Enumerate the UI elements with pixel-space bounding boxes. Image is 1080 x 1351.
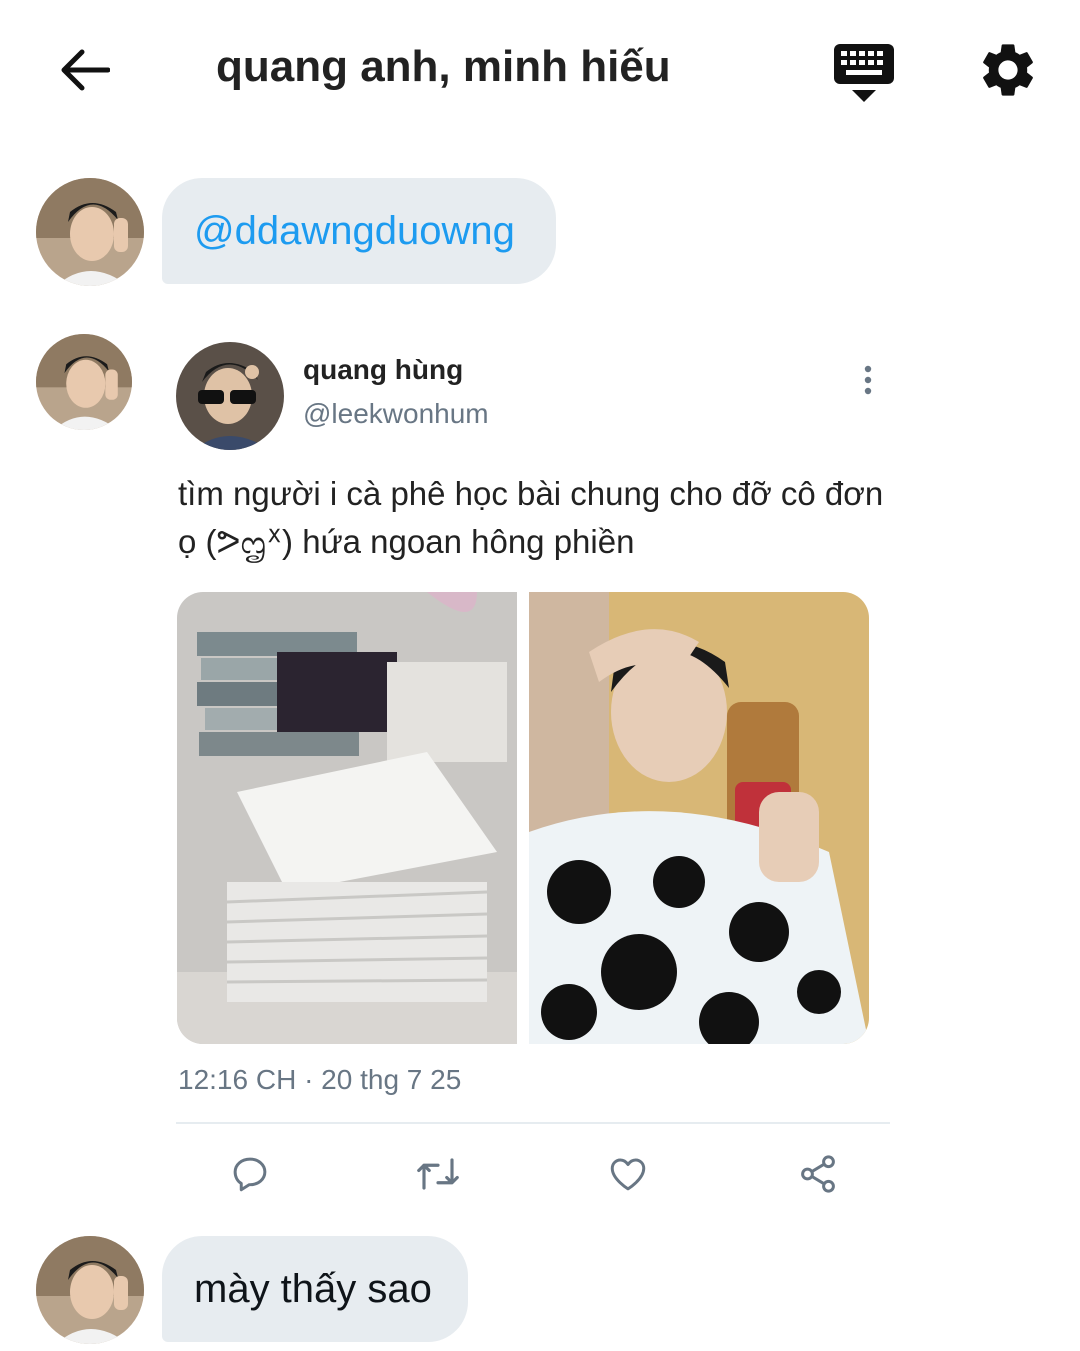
sender-avatar[interactable]	[36, 178, 144, 286]
like-icon	[610, 1158, 646, 1191]
sender-avatar[interactable]	[36, 334, 132, 430]
back-button[interactable]	[54, 40, 114, 100]
avatar-image	[36, 334, 132, 430]
message-text: mày thấy sao	[194, 1266, 432, 1311]
mention-link[interactable]: @ddawngduowng	[194, 209, 515, 254]
message-bubble[interactable]: mày thấy sao	[162, 1236, 468, 1342]
share-icon	[801, 1155, 835, 1193]
tweet-photo-1[interactable]	[177, 592, 517, 1044]
avatar-image	[36, 178, 144, 286]
avatar-image	[36, 1236, 144, 1344]
reply-button[interactable]	[222, 1146, 278, 1202]
message-bubble[interactable]: @ddawngduowng	[162, 178, 556, 284]
shared-tweet-card[interactable]: quang hùng @leekwonhum tìm người i cà ph…	[176, 338, 896, 1218]
gear-icon	[983, 44, 1033, 96]
reply-icon	[233, 1157, 267, 1192]
conversation-header: quang anh, minh hiếu	[0, 0, 1080, 140]
settings-button[interactable]	[976, 38, 1040, 102]
divider	[176, 1122, 890, 1124]
share-button[interactable]	[790, 1146, 846, 1202]
like-button[interactable]	[600, 1146, 656, 1202]
sender-avatar[interactable]	[36, 1236, 144, 1344]
keyboard-icon	[834, 44, 894, 102]
conversation-title: quang anh, minh hiếu	[216, 42, 671, 91]
tweet-author-handle[interactable]: @leekwonhum	[303, 398, 489, 430]
more-options-button[interactable]	[848, 360, 888, 400]
tweet-media	[177, 592, 869, 1044]
keyboard-button[interactable]	[832, 40, 896, 104]
retweet-button[interactable]	[410, 1146, 466, 1202]
selfie-photo	[529, 592, 869, 1044]
tweet-author-avatar[interactable]	[176, 342, 284, 450]
tweet-text: tìm người i cà phê học bài chung cho đỡ …	[178, 475, 884, 560]
tweet-photo-2[interactable]	[529, 592, 869, 1044]
tweet-actions	[176, 1146, 890, 1202]
avatar-image	[176, 342, 284, 450]
papers-photo	[177, 592, 517, 1044]
tweet-author-name[interactable]: quang hùng	[303, 354, 463, 386]
retweet-icon	[417, 1158, 459, 1190]
tweet-timestamp: 12:16 CH · 20 thg 7 25	[178, 1064, 462, 1095]
arrow-left-icon	[61, 49, 110, 91]
more-vertical-icon	[864, 365, 872, 395]
